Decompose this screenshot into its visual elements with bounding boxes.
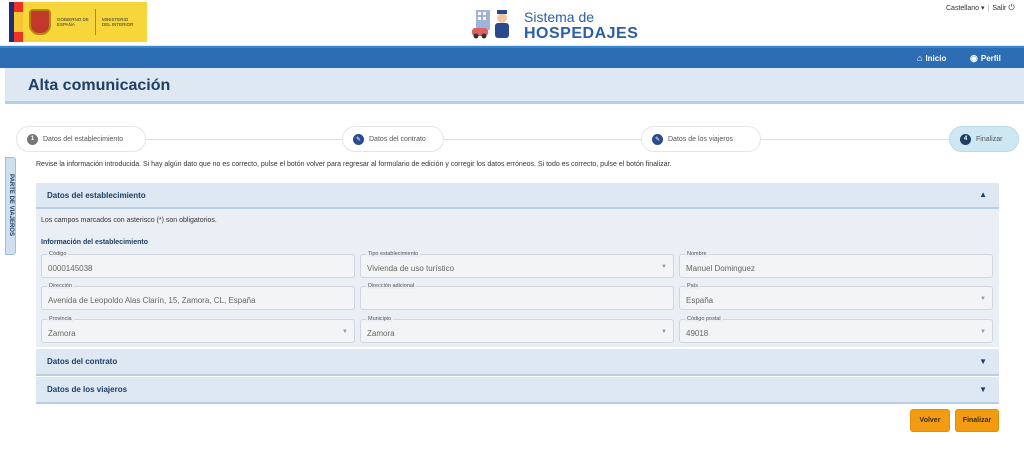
stepper-line <box>26 139 1009 140</box>
app-title-line2: HOSPEDAJES <box>524 25 639 42</box>
field-label: Dirección <box>47 283 74 289</box>
page-title-bar: Alta comunicación <box>5 68 1024 104</box>
municipio-select[interactable]: Municipio Zamora ▼ <box>360 316 674 343</box>
app-title-line1: Sistema de <box>524 9 595 25</box>
logout-link[interactable]: Salir <box>992 5 1006 12</box>
field-label: Dirección adicional <box>366 283 417 289</box>
page-title: Alta comunicación <box>28 77 171 94</box>
side-tab-parte-viajeros[interactable]: PARTE DE VIAJEROS <box>5 157 16 255</box>
field-value: Manuel Dominguez <box>686 264 755 273</box>
dropdown-arrow-icon: ▼ <box>661 329 667 335</box>
field-value: Zamora <box>48 329 76 338</box>
nombre-field[interactable]: Nombre Manuel Dominguez <box>679 251 993 278</box>
dropdown-arrow-icon: ▼ <box>342 329 348 335</box>
section-subtitle: Información del establecimiento <box>41 239 148 246</box>
field-value: Vivienda de uso turístico <box>367 264 455 273</box>
logo-divider <box>95 9 96 35</box>
field-label: Provincia <box>47 316 74 322</box>
section-title: Datos del contrato <box>47 356 118 366</box>
step-label: Datos del contrato <box>369 135 426 143</box>
nav-home-label: Inicio <box>925 53 947 63</box>
field-label: Código <box>47 251 69 257</box>
codigo-field[interactable]: Código 0000145038 <box>41 251 355 278</box>
field-value: 49018 <box>686 329 709 338</box>
chevron-down-icon[interactable]: ▼ <box>979 357 987 366</box>
back-button[interactable]: Volver <box>910 409 950 432</box>
wizard-stepper: 1 Datos del establecimiento ✎ Datos del … <box>16 126 1019 152</box>
section-establecimiento-header[interactable]: Datos del establecimiento ▲ <box>36 183 999 209</box>
review-instructions: Revise la información introducida. Si ha… <box>36 161 672 168</box>
pais-select[interactable]: País España ▼ <box>679 283 993 310</box>
finish-button[interactable]: Finalizar <box>955 409 999 432</box>
home-icon: ⌂ <box>917 53 923 63</box>
pencil-icon: ✎ <box>353 133 364 145</box>
step-label: Datos de los viajeros <box>668 135 733 143</box>
field-label: Nombre <box>685 251 709 257</box>
step-label: Datos del establecimiento <box>43 135 124 143</box>
codigo-postal-select[interactable]: Código postal 49018 ▼ <box>679 316 993 343</box>
step-viajeros[interactable]: ✎ Datos de los viajeros <box>641 126 761 152</box>
gov-label: GOBIERNO DE ESPAÑA <box>57 17 89 27</box>
required-note: Los campos marcados con asterisco (*) so… <box>41 217 217 224</box>
field-label: Tipo establecimiento <box>366 251 421 257</box>
step-contrato[interactable]: ✎ Datos del contrato <box>342 126 444 152</box>
top-header: GOBIERNO DE ESPAÑA MINISTERIO DEL INTERI… <box>0 0 1024 46</box>
flag-icon <box>9 2 23 42</box>
user-circle-icon: ◉ <box>970 53 978 63</box>
coat-of-arms-icon <box>29 9 51 35</box>
nav-home[interactable]: ⌂ Inicio <box>917 53 946 63</box>
language-selector[interactable]: Castellano <box>946 5 979 12</box>
field-value: España <box>686 296 714 305</box>
hospedajes-logo-icon <box>472 10 509 39</box>
field-label: Municipio <box>366 316 394 322</box>
tipo-establecimiento-select[interactable]: Tipo establecimiento Vivienda de uso tur… <box>360 251 674 278</box>
app-title: Sistema de HOSPEDAJES <box>524 9 638 43</box>
pencil-icon: ✎ <box>652 133 663 145</box>
direccion-adicional-field[interactable]: Dirección adicional <box>360 283 674 310</box>
field-value: 0000145038 <box>48 264 93 273</box>
divider: | <box>987 5 990 12</box>
side-tab-label: PARTE DE VIAJEROS <box>8 174 14 236</box>
government-logo: GOBIERNO DE ESPAÑA MINISTERIO DEL INTERI… <box>9 2 147 42</box>
step-finalizar[interactable]: 4 Finalizar <box>949 126 1019 152</box>
chevron-down-icon[interactable]: ▼ <box>979 385 987 394</box>
section-establecimiento-body: Los campos marcados con asterisco (*) so… <box>36 209 999 347</box>
dropdown-arrow-icon: ▼ <box>980 329 986 335</box>
main-navbar: ⌂ Inicio ◉ Perfil <box>0 46 1024 68</box>
direccion-field[interactable]: Dirección Avenida de Leopoldo Alas Clarí… <box>41 283 355 310</box>
field-value: Zamora <box>367 329 395 338</box>
dropdown-arrow-icon: ▼ <box>980 296 986 302</box>
section-title: Datos de los viajeros <box>47 384 128 394</box>
nav-profile[interactable]: ◉ Perfil <box>970 53 1001 64</box>
step-label: Finalizar <box>976 135 1003 143</box>
step-number: 1 <box>27 133 38 145</box>
language-bar: Castellano ▾ | Salir ⏻ <box>946 3 1015 13</box>
chevron-down-icon: ▾ <box>979 5 985 12</box>
section-viajeros-header[interactable]: Datos de los viajeros ▼ <box>36 377 999 404</box>
dropdown-arrow-icon: ▼ <box>661 264 667 270</box>
section-contrato-header[interactable]: Datos del contrato ▼ <box>36 349 999 376</box>
field-label: País <box>685 283 701 289</box>
field-value: Avenida de Leopoldo Alas Clarín, 15, Zam… <box>48 296 256 305</box>
section-title: Datos del establecimiento <box>47 190 146 200</box>
chevron-up-icon[interactable]: ▲ <box>979 190 987 199</box>
field-label: Código postal <box>685 316 723 322</box>
power-icon[interactable]: ⏻ <box>1008 3 1014 12</box>
step-establecimiento[interactable]: 1 Datos del establecimiento <box>16 126 146 152</box>
provincia-select[interactable]: Provincia Zamora ▼ <box>41 316 355 343</box>
ministry-label: MINISTERIO DEL INTERIOR <box>102 17 134 27</box>
nav-profile-label: Perfil <box>980 54 1001 63</box>
step-number: 4 <box>960 133 971 145</box>
